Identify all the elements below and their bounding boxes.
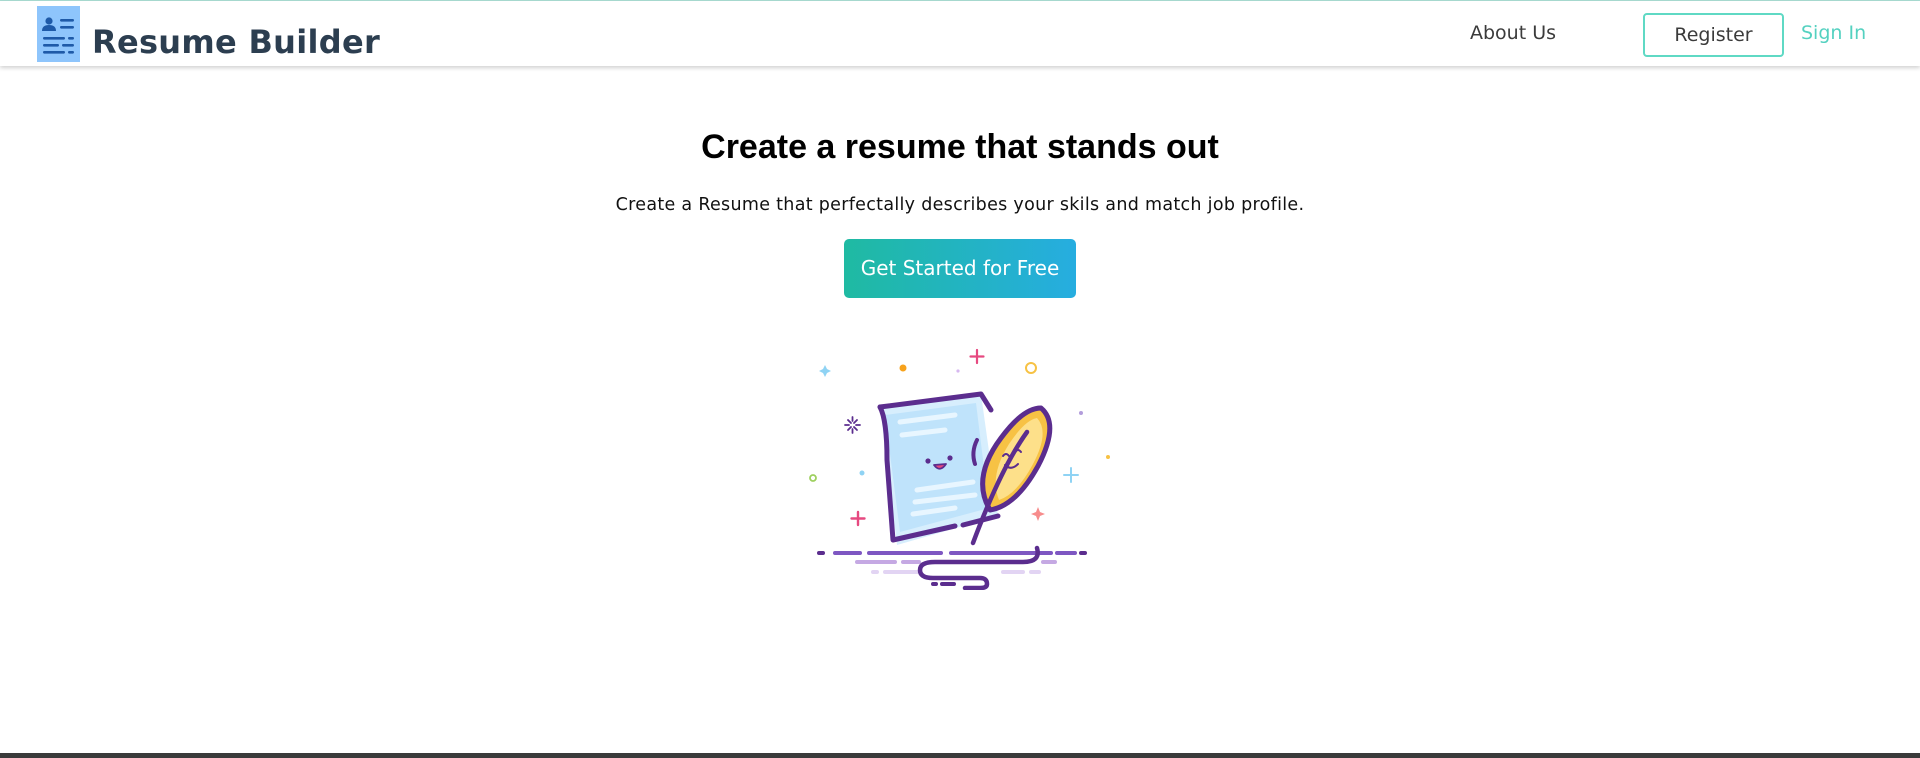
- sign-in-link[interactable]: Sign In: [1801, 22, 1866, 44]
- get-started-button[interactable]: Get Started for Free: [844, 239, 1076, 298]
- ground-lines: [817, 545, 1087, 591]
- resume-document-icon[interactable]: [37, 6, 80, 62]
- resume-and-feather-quill-illustration: [805, 340, 1115, 591]
- hero-subtitle: Create a Resume that perfectally describ…: [615, 195, 1305, 215]
- brand-title[interactable]: Resume Builder: [92, 23, 380, 61]
- footer-bar: [0, 753, 1920, 758]
- hero-title: Create a resume that stands out: [701, 128, 1219, 166]
- navbar: Resume Builder About Us Register Sign In: [0, 1, 1920, 66]
- nav-about-us-link[interactable]: About Us: [1470, 22, 1556, 44]
- register-button[interactable]: Register: [1643, 13, 1784, 57]
